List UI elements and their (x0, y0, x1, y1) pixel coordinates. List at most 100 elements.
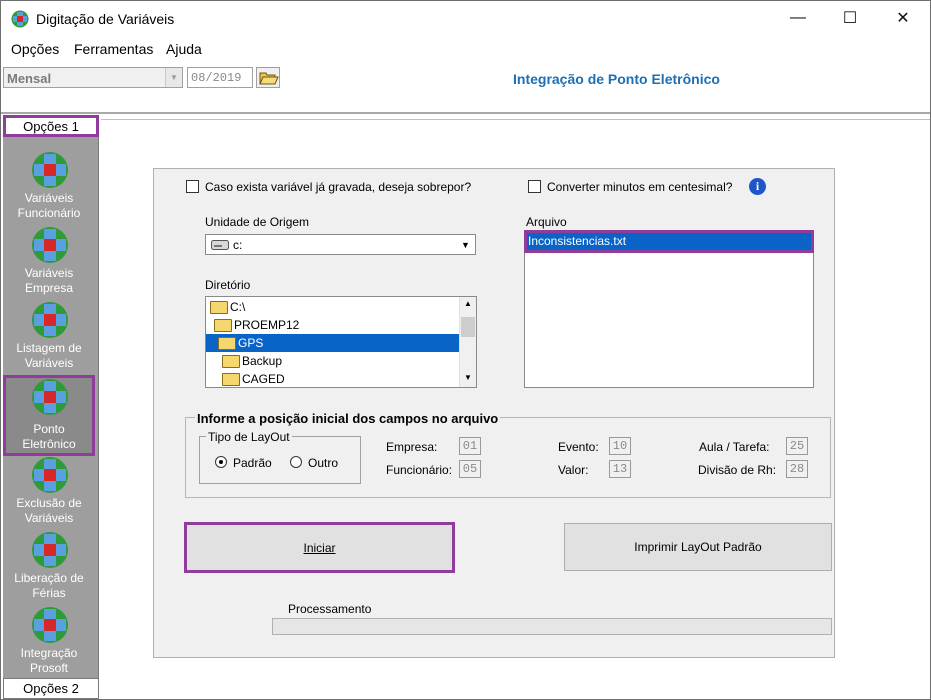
competence-value: 08/2019 (191, 71, 242, 85)
sidebar-item-integracao-prosoft[interactable]: Integração Prosoft (3, 606, 95, 680)
period-select[interactable]: Mensal ▼ (3, 67, 183, 88)
divider (101, 119, 930, 120)
open-folder-button[interactable] (256, 67, 280, 88)
scrollbar-thumb[interactable] (461, 317, 475, 337)
evento-label: Evento: (558, 440, 599, 454)
directory-name: Backup (242, 354, 283, 368)
wolters-logo-icon (32, 227, 68, 263)
layout-type-title: Tipo de LayOut (206, 430, 292, 444)
sidebar-item-label: Exclusão de Variáveis (16, 496, 82, 525)
directory-label: Diretório (205, 278, 251, 292)
drive-label: Unidade de Origem (205, 215, 310, 229)
file-list[interactable] (524, 230, 814, 388)
sidebar-item-variaveis-empresa[interactable]: Variáveis Empresa (3, 226, 95, 300)
list-item[interactable]: CAGED (222, 370, 285, 387)
chevron-down-icon[interactable]: ▼ (165, 68, 182, 87)
sidebar-item-label: Variáveis Funcionário (17, 191, 81, 220)
funcionario-label: Funcionário: (386, 463, 453, 477)
empresa-field[interactable]: 01 (459, 437, 481, 455)
close-button[interactable]: ✕ (880, 1, 926, 35)
wolters-logo-icon (32, 607, 68, 643)
chevron-down-icon[interactable]: ▼ (464, 373, 472, 382)
layout-default-radio[interactable] (215, 456, 227, 468)
menu-opcoes[interactable]: Opções (11, 41, 59, 57)
directory-name: GPS (238, 336, 264, 350)
layout-other-radio[interactable] (290, 456, 302, 468)
list-item-selected[interactable]: Inconsistencias.txt (527, 233, 811, 250)
overwrite-label: Caso exista variável já gravada, deseja … (205, 180, 472, 194)
print-layout-label: Imprimir LayOut Padrão (634, 540, 762, 554)
directory-name: C:\ (230, 300, 246, 314)
sidebar-item-variaveis-funcionario[interactable]: Variáveis Funcionário (3, 151, 95, 225)
sidebar-item-label: Integração Prosoft (20, 646, 78, 675)
start-button-label: Iniciar (303, 540, 336, 555)
wolters-logo-icon (32, 532, 68, 568)
sidebar-item-label: Listagem de Variáveis (16, 341, 82, 370)
sidebar-group-opcoes-1[interactable]: Opções 1 (3, 115, 99, 137)
menu-bar: Opções Ferramentas Ajuda (1, 37, 930, 61)
folder-icon (222, 354, 240, 368)
menu-ajuda[interactable]: Ajuda (166, 41, 202, 57)
aula-tarefa-field[interactable]: 25 (786, 437, 808, 455)
sidebar-group-opcoes-2[interactable]: Opções 2 (3, 678, 99, 699)
file-label: Arquivo (526, 215, 567, 229)
list-item[interactable]: Backup (222, 352, 282, 370)
divisao-rh-field[interactable]: 28 (786, 460, 808, 478)
page-title: Integração de Ponto Eletrônico (513, 71, 720, 87)
sidebar-item-ponto-eletronico[interactable]: Ponto Eletrônico (3, 375, 95, 456)
layout-other-label: Outro (308, 456, 339, 470)
sidebar-item-label: Variáveis Empresa (24, 266, 74, 295)
divisao-rh-label: Divisão de Rh: (698, 463, 777, 477)
positions-group-title: Informe a posição inicial dos campos no … (195, 411, 501, 426)
chevron-down-icon[interactable]: ▼ (457, 236, 474, 253)
start-button[interactable]: Iniciar (184, 522, 455, 573)
divider (1, 112, 930, 114)
period-select-value: Mensal (7, 71, 52, 86)
funcionario-field[interactable]: 05 (459, 460, 481, 478)
wolters-logo-icon (32, 152, 68, 188)
info-icon[interactable]: i (749, 178, 766, 195)
overwrite-checkbox[interactable] (186, 180, 199, 193)
directory-list[interactable]: C:\ PROEMP12 GPS Backup CAGED ▲ ▼ (205, 296, 477, 388)
competence-field[interactable]: 08/2019 (187, 67, 253, 88)
directory-name: CAGED (242, 372, 285, 386)
app-logo-icon (11, 10, 29, 28)
hard-drive-icon (211, 240, 229, 250)
processing-label: Processamento (288, 602, 372, 616)
sidebar-item-liberacao-ferias[interactable]: Liberação de Férias (3, 531, 95, 605)
folder-icon (222, 372, 240, 386)
list-item[interactable]: PROEMP12 (214, 316, 299, 334)
app-window: Digitação de Variáveis — ☐ ✕ Opções Ferr… (0, 0, 931, 700)
menu-ferramentas[interactable]: Ferramentas (74, 41, 153, 57)
title-bar: Digitação de Variáveis — ☐ ✕ (1, 1, 930, 37)
sidebar-item-label: Ponto Eletrônico (22, 422, 76, 451)
valor-label: Valor: (558, 463, 589, 477)
print-layout-button[interactable]: Imprimir LayOut Padrão (564, 523, 832, 571)
vertical-scrollbar[interactable]: ▲ ▼ (459, 297, 476, 387)
open-folder-icon (214, 318, 232, 332)
centesimal-label: Converter minutos em centesimal? (547, 180, 733, 194)
wolters-logo-icon (32, 302, 68, 338)
minimize-button[interactable]: — (775, 1, 821, 35)
sidebar-item-exclusao-variaveis[interactable]: Exclusão de Variáveis (3, 456, 95, 530)
wolters-logo-icon (32, 457, 68, 493)
wolters-logo-icon (32, 379, 68, 415)
evento-field[interactable]: 10 (609, 437, 631, 455)
sidebar-item-label: Liberação de Férias (14, 571, 84, 600)
maximize-button[interactable]: ☐ (827, 1, 873, 35)
valor-field[interactable]: 13 (609, 460, 631, 478)
chevron-up-icon[interactable]: ▲ (464, 299, 472, 308)
directory-name: PROEMP12 (234, 318, 300, 332)
sidebar-item-listagem-variaveis[interactable]: Listagem de Variáveis (3, 301, 95, 375)
open-folder-icon (259, 72, 279, 85)
centesimal-checkbox[interactable] (528, 180, 541, 193)
layout-default-label: Padrão (233, 456, 272, 470)
drive-select[interactable]: c: ▼ (205, 234, 476, 255)
window-title: Digitação de Variáveis (36, 11, 175, 27)
aula-tarefa-label: Aula / Tarefa: (699, 440, 770, 454)
open-folder-icon (210, 300, 228, 314)
list-item[interactable]: C:\ (210, 298, 245, 316)
open-folder-icon (218, 336, 236, 350)
list-item-selected[interactable]: GPS (206, 334, 460, 352)
drive-value: c: (233, 238, 243, 252)
